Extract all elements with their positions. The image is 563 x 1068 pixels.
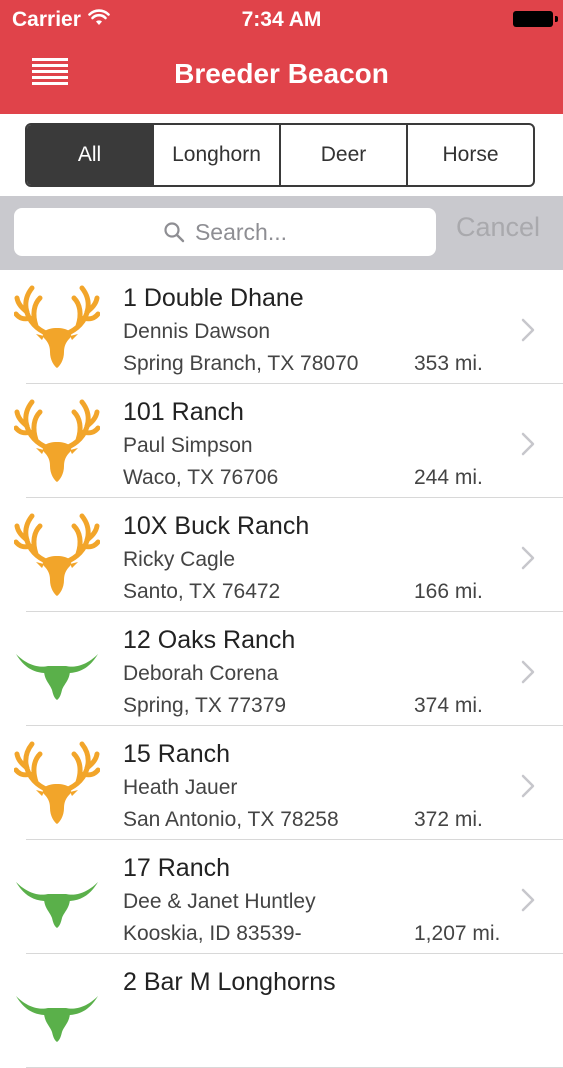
breeder-location: Spring, TX 77379 [123,694,287,717]
chevron-right-icon [520,659,536,690]
status-bar: Carrier 7:34 AM [0,0,563,40]
list-item[interactable]: 17 Ranch Dee & Janet Huntley Kooskia, ID 8… [0,840,563,954]
breeder-list: 1 Double Dhane Dennis Dawson Spring Branch… [0,270,563,1068]
breeder-distance: 353 mi. [414,352,483,375]
chevron-right-icon [520,317,536,348]
chevron-right-icon [520,431,536,462]
breeder-name: 2 Bar M Longhorns [123,968,336,996]
search-input[interactable]: Search... [14,208,436,256]
cancel-button[interactable]: Cancel [456,212,540,243]
list-item[interactable]: 101 Ranch Paul Simpson Waco, TX 76706 244 m… [0,384,563,498]
filter-bar: All Longhorn Deer Horse [0,114,563,196]
breeder-name: 101 Ranch [123,398,244,426]
breeder-name: 10X Buck Ranch [123,512,310,540]
breeder-location: San Antonio, TX 78258 [123,808,339,831]
breeder-name: 17 Ranch [123,854,231,882]
deer-icon [13,398,101,484]
breeder-distance: 1,207 mi. [414,922,501,945]
battery-icon [513,11,558,27]
breeder-location: Santo, TX 76472 [123,580,281,603]
breeder-owner: Dee & Janet Huntley [123,890,316,913]
list-item[interactable]: 12 Oaks Ranch Deborah Corena Spring, TX 77… [0,612,563,726]
breeder-name: 12 Oaks Ranch [123,626,296,654]
breeder-distance: 166 mi. [414,580,483,603]
breeder-owner: Heath Jauer [123,776,238,799]
breeder-distance: 244 mi. [414,466,483,489]
search-icon [164,222,185,243]
search-bar: Search... Cancel [0,196,563,270]
chevron-right-icon [520,773,536,804]
nav-header: Carrier 7:34 AM Breeder Beacon [0,0,563,114]
search-placeholder: Search... [194,218,288,245]
list-item[interactable]: 15 Ranch Heath Jauer San Antonio, TX 78258… [0,726,563,840]
breeder-owner: Deborah Corena [123,662,279,685]
list-item[interactable]: 2 Bar M Longhorns [0,954,563,1068]
app-title: Breeder Beacon [174,58,389,89]
breeder-owner: Paul Simpson [123,434,253,457]
deer-icon [13,740,101,826]
list-item[interactable]: 10X Buck Ranch Ricky Cagle Santo, TX 76472… [0,498,563,612]
breeder-location: Waco, TX 76706 [123,466,279,489]
category-segmented-control: All Longhorn Deer Horse [25,123,535,187]
breeder-name: 1 Double Dhane [123,284,304,312]
breeder-distance: 372 mi. [414,808,483,831]
breeder-owner: Ricky Cagle [123,548,236,571]
breeder-location: Kooskia, ID 83539- [123,922,302,945]
tab-deer[interactable]: Deer [279,125,406,185]
longhorn-icon [14,854,100,940]
deer-icon [13,512,101,598]
breeder-owner: Dennis Dawson [123,320,271,343]
tab-horse[interactable]: Horse [406,125,533,185]
breeder-name: 15 Ranch [123,740,231,768]
breeder-location: Spring Branch, TX 78070 [123,352,359,375]
tab-all[interactable]: All [27,125,152,185]
chevron-right-icon [520,887,536,918]
longhorn-icon [14,626,100,712]
longhorn-icon [14,968,100,1054]
clock: 7:34 AM [241,8,322,31]
chevron-right-icon [520,545,536,576]
deer-icon [13,284,101,370]
breeder-distance: 374 mi. [414,694,483,717]
list-item[interactable]: 1 Double Dhane Dennis Dawson Spring Branch… [0,270,563,384]
tab-longhorn[interactable]: Longhorn [152,125,279,185]
